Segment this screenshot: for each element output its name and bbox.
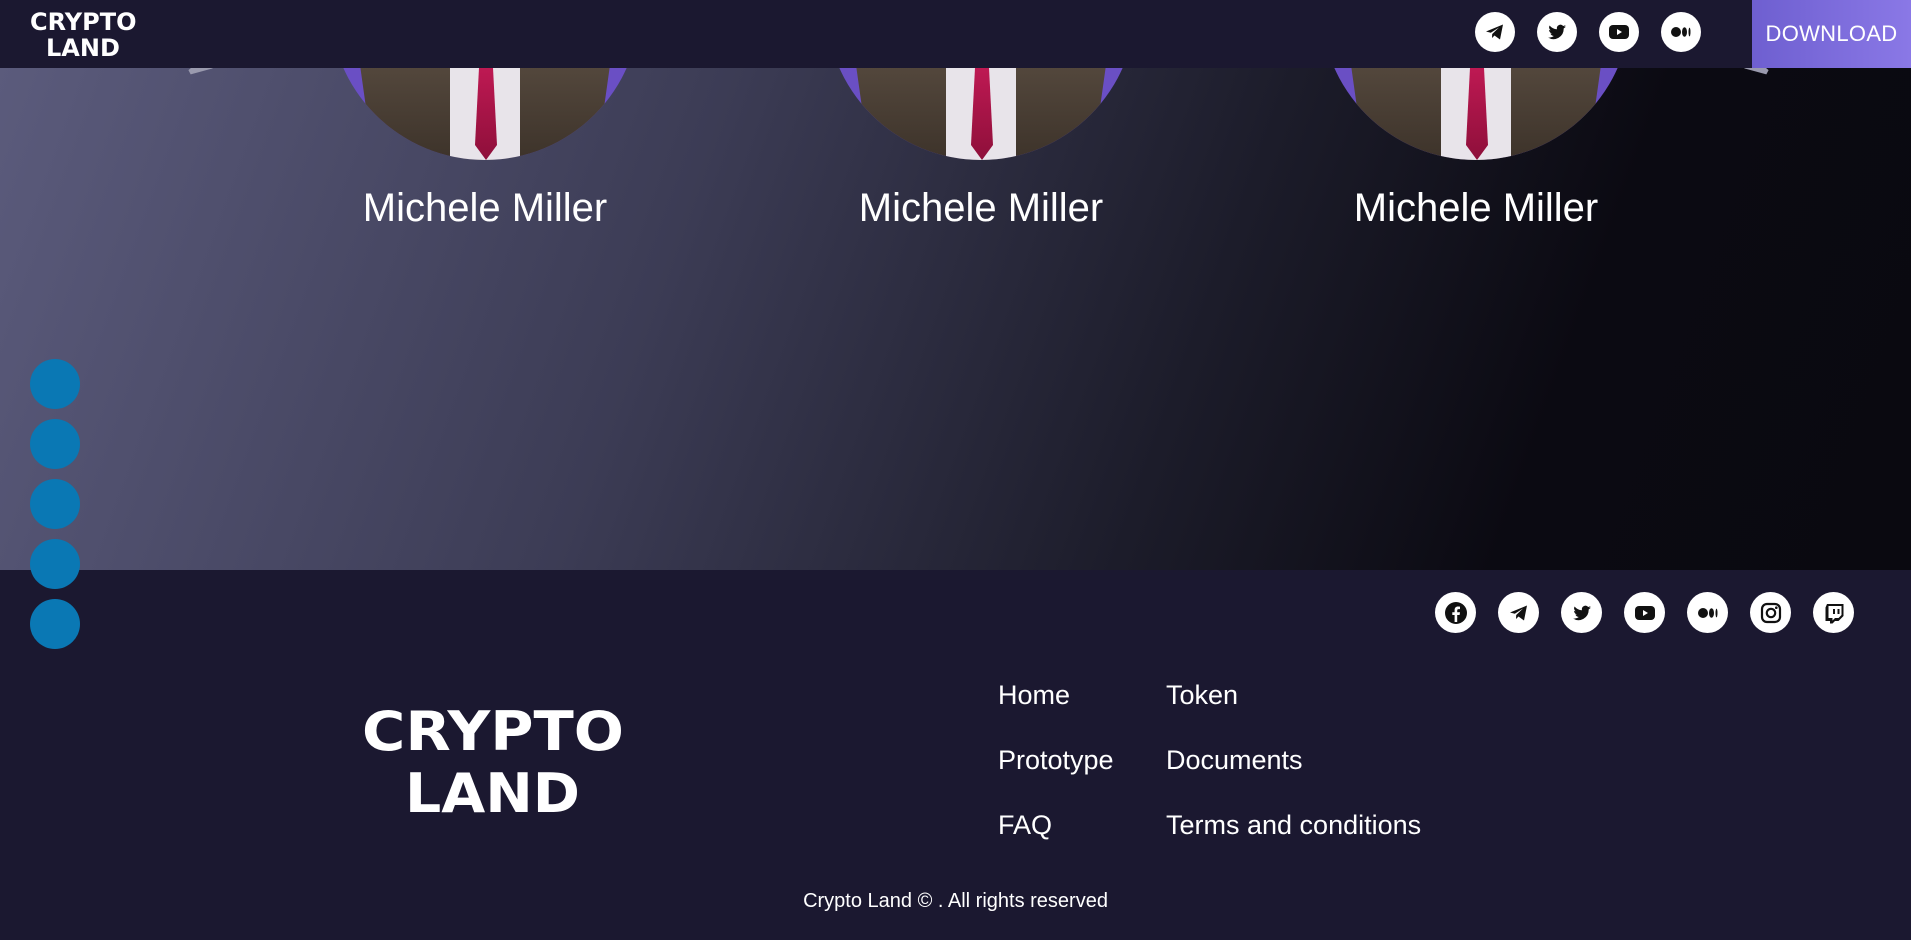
member-avatar xyxy=(1321,68,1631,160)
twitter-icon[interactable] xyxy=(1561,592,1602,633)
youtube-icon[interactable] xyxy=(1599,12,1639,52)
medium-icon[interactable] xyxy=(1661,12,1701,52)
footer-link-terms[interactable]: Terms and conditions xyxy=(1166,808,1421,843)
download-button[interactable]: DOWNLOAD xyxy=(1752,0,1911,68)
crypto-land-logo[interactable]: CRYPTO LAND xyxy=(28,6,148,62)
twitch-icon[interactable] xyxy=(1813,592,1854,633)
section-nav-dot[interactable] xyxy=(30,359,80,409)
telegram-icon[interactable] xyxy=(1498,592,1539,633)
team-member-card: Michele Miller xyxy=(816,68,1146,231)
team-member-card: Michele Miller xyxy=(1311,68,1641,231)
copyright-text: Crypto Land © . All rights reserved xyxy=(803,890,1108,912)
chevron-left-icon[interactable] xyxy=(180,68,220,88)
instagram-icon[interactable] xyxy=(1750,592,1791,633)
svg-text:CRYPTO: CRYPTO xyxy=(362,700,624,763)
header-social-links xyxy=(1475,12,1701,52)
svg-text:CRYPTO: CRYPTO xyxy=(30,8,137,36)
member-name: Michele Miller xyxy=(362,186,608,230)
crypto-land-footer-logo: CRYPTO LAND xyxy=(362,700,624,820)
member-avatar xyxy=(826,68,1136,160)
footer-link-token[interactable]: Token xyxy=(1166,678,1421,713)
footer-link-documents[interactable]: Documents xyxy=(1166,743,1421,778)
team-section: Michele Miller Michele Miller Michele Mi… xyxy=(0,68,1911,570)
member-avatar xyxy=(330,68,640,160)
footer-link-home[interactable]: Home xyxy=(998,678,1166,713)
section-nav-dot[interactable] xyxy=(30,599,80,649)
facebook-icon[interactable] xyxy=(1435,592,1476,633)
svg-text:LAND: LAND xyxy=(405,762,580,820)
member-name: Michele Miller xyxy=(858,186,1104,230)
section-nav-dot[interactable] xyxy=(30,479,80,529)
footer-link-faq[interactable]: FAQ xyxy=(998,808,1166,843)
section-nav-dot[interactable] xyxy=(30,419,80,469)
top-header: CRYPTO LAND DOWNLOAD xyxy=(0,0,1911,68)
member-name: Michele Miller xyxy=(1353,186,1599,230)
chevron-right-icon[interactable] xyxy=(1737,68,1777,88)
medium-icon[interactable] xyxy=(1687,592,1728,633)
twitter-icon[interactable] xyxy=(1537,12,1577,52)
section-nav-dot[interactable] xyxy=(30,539,80,589)
svg-text:LAND: LAND xyxy=(46,34,120,62)
footer-nav: Home Token Prototype Documents FAQ Terms… xyxy=(998,678,1421,843)
youtube-icon[interactable] xyxy=(1624,592,1665,633)
telegram-icon[interactable] xyxy=(1475,12,1515,52)
side-section-nav xyxy=(30,359,80,649)
team-member-card: Michele Miller xyxy=(320,68,650,231)
footer-link-prototype[interactable]: Prototype xyxy=(998,743,1166,778)
footer-social-links xyxy=(1435,592,1854,633)
